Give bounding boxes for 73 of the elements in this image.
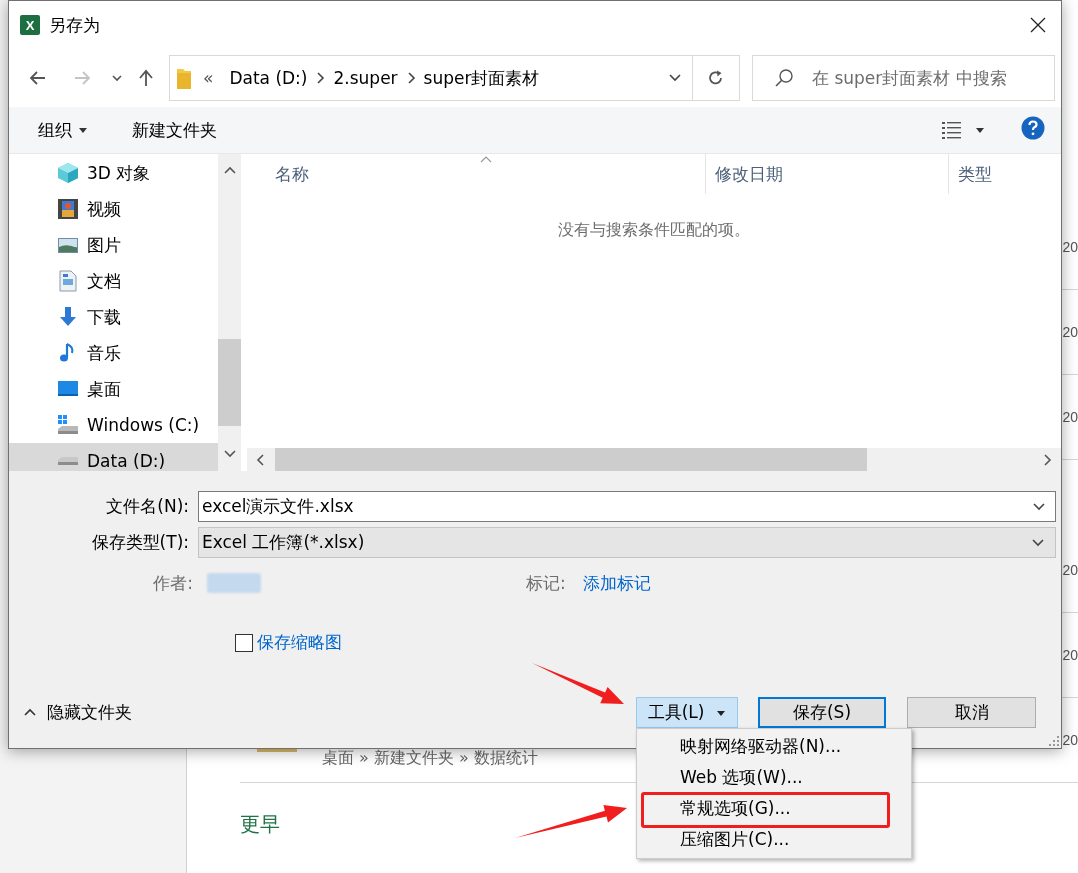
sidebar-item[interactable]: 视频 [9, 191, 218, 227]
view-options-button[interactable] [941, 120, 985, 140]
vertical-scrollbar[interactable] [218, 154, 241, 471]
scroll-thumb[interactable] [218, 339, 241, 426]
overflow-chevron[interactable]: « [191, 68, 224, 88]
redacted-value [207, 573, 261, 593]
download-arrow-icon [57, 306, 79, 328]
file-name-field[interactable]: excel演示文件.xlsx [198, 491, 1056, 522]
field-label: 文件名(N): [105, 495, 189, 518]
menu-item[interactable]: Web 选项(W)... [637, 762, 911, 793]
list-view-icon [941, 120, 963, 140]
back-arrow-icon [29, 69, 47, 87]
cancel-button[interactable]: 取消 [907, 697, 1036, 728]
horizontal-scrollbar[interactable] [247, 448, 1061, 471]
save-type-dropdown[interactable]: Excel 工作簿(*.xlsx) [198, 527, 1056, 558]
breadcrumb[interactable]: 2.super [327, 68, 404, 88]
hide-folders-toggle[interactable]: 隐藏文件夹 [23, 701, 132, 724]
film-icon [57, 198, 79, 220]
resize-grip-icon [1049, 736, 1059, 746]
thumbnail-checkbox[interactable] [235, 633, 253, 652]
sidebar-item[interactable]: 桌面 [9, 371, 218, 407]
date-text: 20 [1062, 324, 1078, 340]
add-tags-link[interactable]: 添加标记 [582, 571, 651, 595]
sidebar-item[interactable]: 图片 [9, 227, 218, 263]
date-text: 20 [1062, 409, 1078, 425]
sidebar-item[interactable]: 文档 [9, 263, 218, 299]
menu-item[interactable]: 压缩图片(C)... [637, 824, 911, 855]
caret-icon [78, 125, 88, 135]
address-bar[interactable]: « Data (D:) 2.super super封面素材 [169, 55, 740, 101]
drive-icon [58, 457, 78, 465]
column-header[interactable]: 名称 [247, 154, 706, 194]
column-header[interactable]: 类型 [949, 154, 1061, 194]
breadcrumb[interactable]: super封面素材 [417, 66, 546, 90]
field-label: 作者: [152, 571, 193, 595]
scroll-thumb[interactable] [275, 448, 867, 471]
menu-item[interactable]: 映射网络驱动器(N)... [637, 731, 911, 762]
save-button[interactable]: 保存(S) [758, 697, 886, 728]
up-arrow-icon [137, 69, 155, 87]
menu-item[interactable]: 常规选项(G)... [637, 793, 911, 824]
cube-icon [57, 162, 79, 184]
section-heading: 更早 [240, 811, 280, 838]
date-text: 20 [1062, 732, 1078, 748]
checkbox-label[interactable]: 保存缩略图 [257, 631, 342, 654]
app-logo: X [20, 15, 40, 35]
sidebar-item[interactable]: Data (D:) [9, 443, 218, 471]
breadcrumb[interactable]: Data (D:) [223, 68, 314, 88]
empty-message: 没有与搜索条件匹配的项。 [558, 220, 750, 241]
column-header[interactable]: 修改日期 [706, 154, 949, 194]
date-text: 20 [1062, 562, 1078, 578]
toolbar-button[interactable]: 新建文件夹 [124, 113, 225, 147]
field-label: 保存类型(T): [90, 531, 189, 554]
folder-path: 桌面 » 新建文件夹 » 数据统计 [322, 747, 538, 769]
sidebar-item[interactable]: 音乐 [9, 335, 218, 371]
sidebar-item[interactable]: 下载 [9, 299, 218, 335]
close-icon [1030, 17, 1046, 33]
window-title: 另存为 [49, 13, 100, 37]
search-icon [774, 68, 794, 88]
field-label: 标记: [526, 571, 566, 595]
caret-icon [975, 125, 985, 135]
sidebar-item[interactable]: 3D 对象 [9, 155, 218, 191]
tools-button[interactable]: 工具(L) [636, 697, 738, 728]
help-icon [1021, 116, 1045, 140]
date-text: 20 [1062, 647, 1078, 663]
menu-button[interactable]: 组织 [30, 113, 96, 147]
forward-arrow-icon [73, 69, 91, 87]
search-field[interactable]: 在 super封面素材 中搜索 [752, 55, 1055, 101]
document-icon [57, 270, 79, 292]
sidebar-item[interactable]: Windows (C:) [9, 407, 218, 443]
refresh-icon [707, 69, 725, 87]
windows-drive-icon [57, 414, 79, 436]
sort-caret-icon [480, 155, 492, 163]
date-text: 20 [1062, 239, 1078, 255]
folder-icon [177, 67, 191, 89]
